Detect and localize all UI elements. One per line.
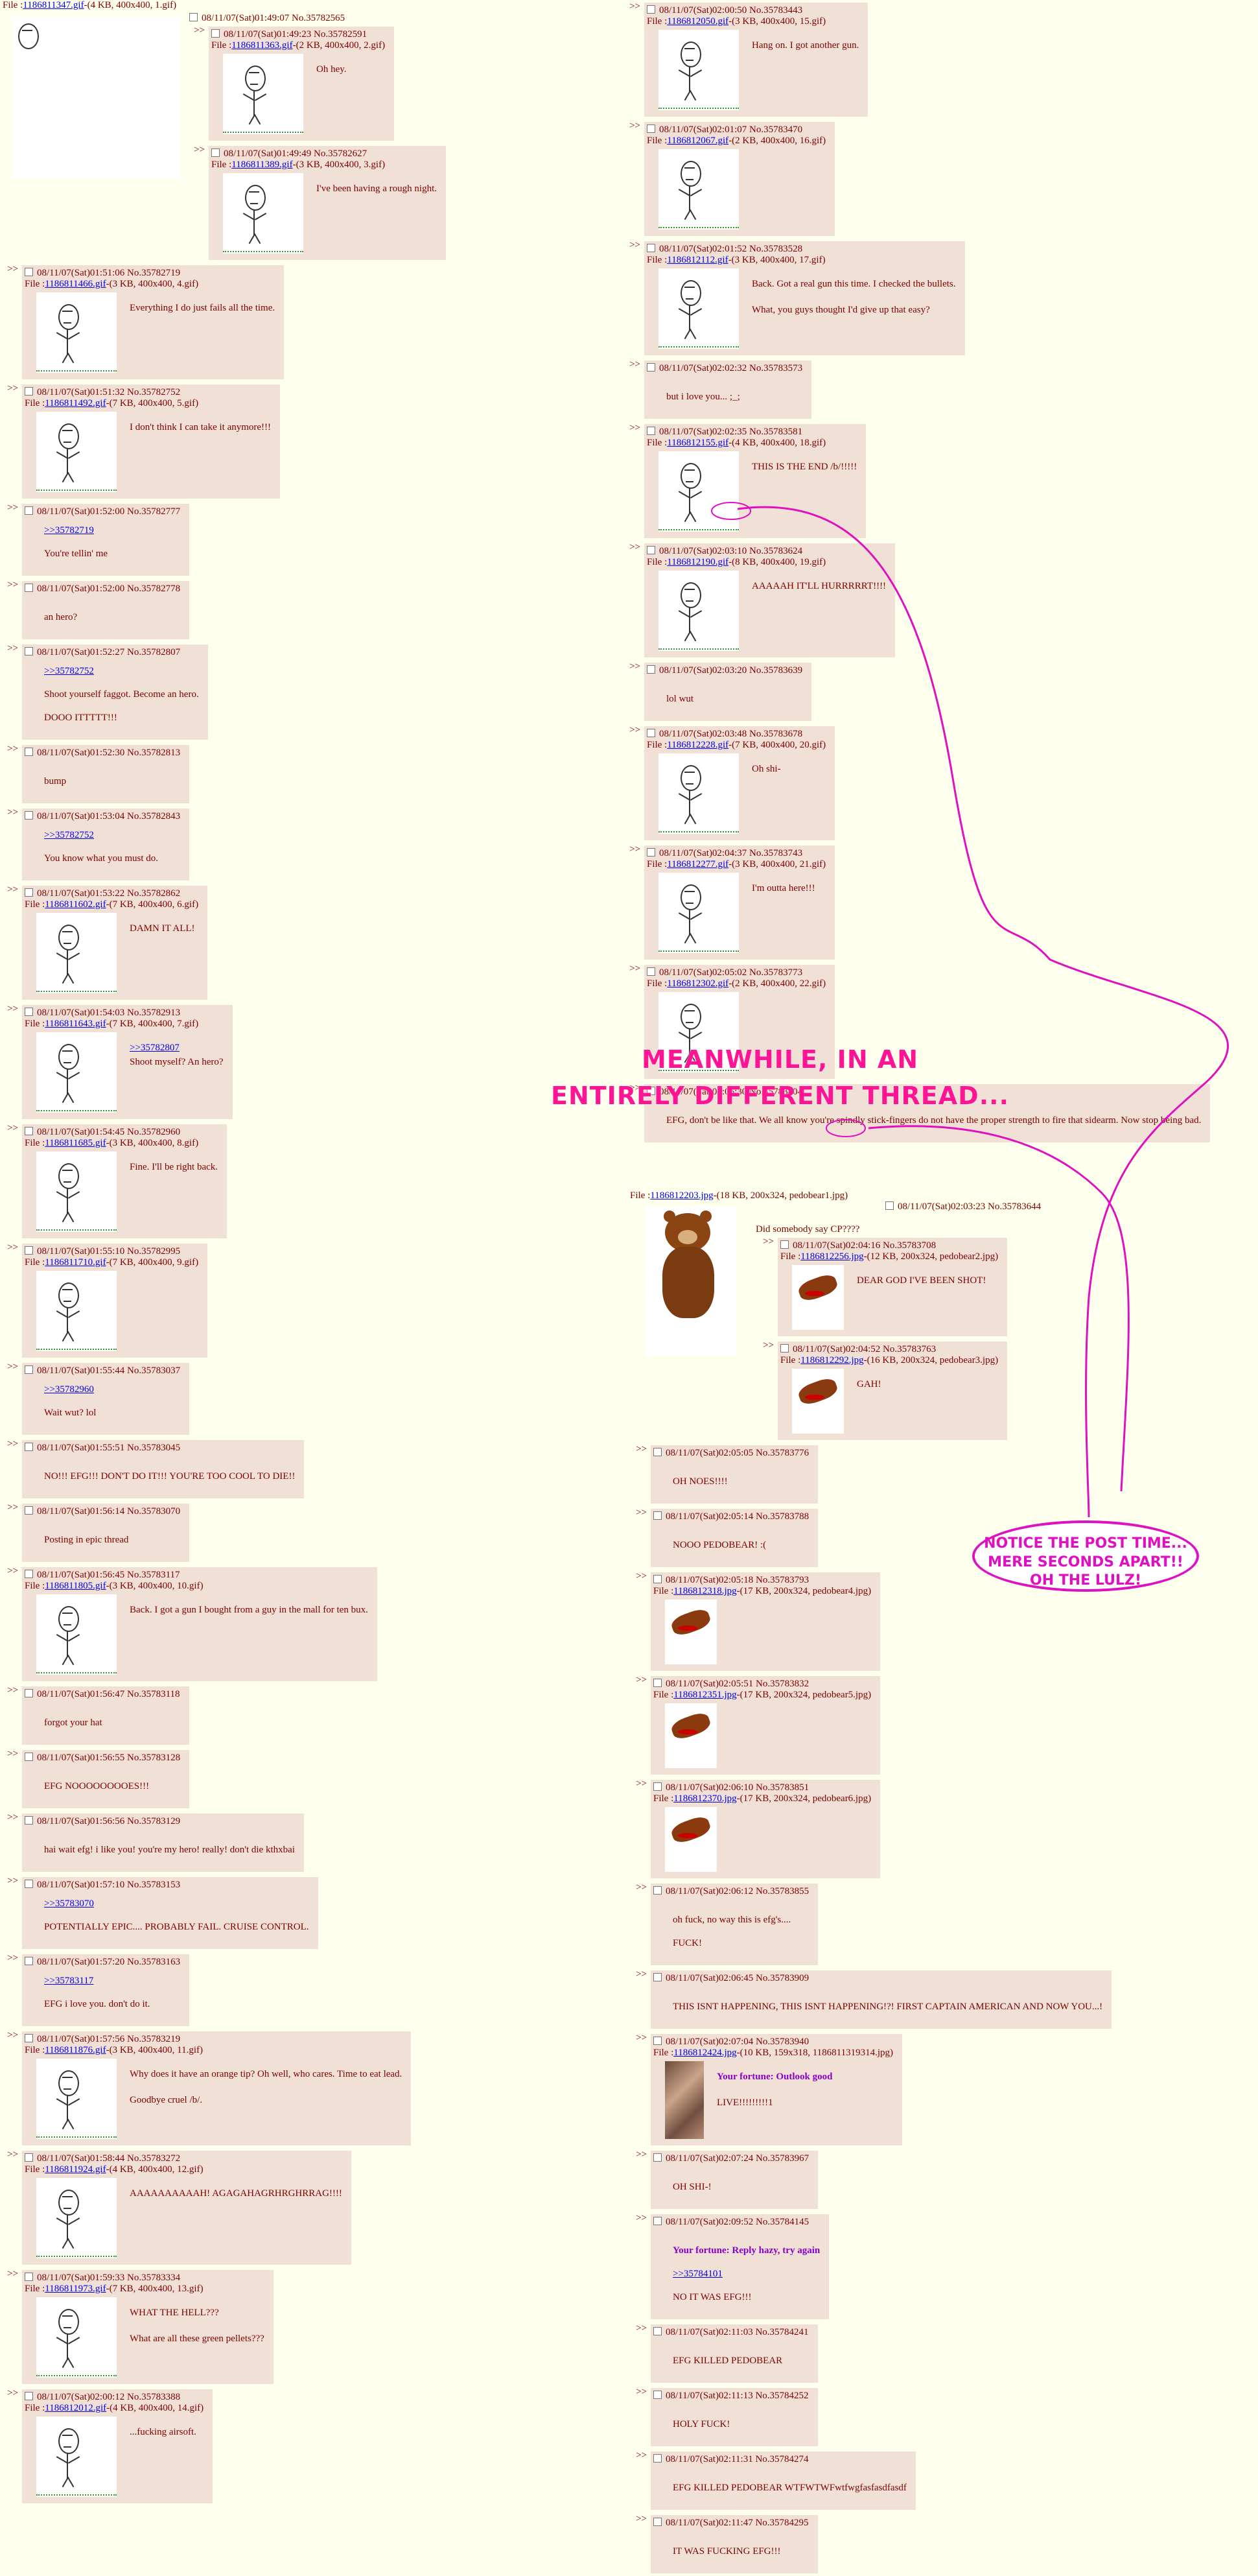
delete-checkbox[interactable] bbox=[653, 2454, 662, 2463]
thumbnail-image[interactable] bbox=[36, 2416, 117, 2497]
post-comment: ...fucking airsoft. bbox=[130, 2414, 196, 2452]
annotation-connector bbox=[711, 502, 1229, 1518]
comment-line: HOLY FUCK! bbox=[673, 2419, 730, 2429]
post-row: >> 08/11/07(Sat)02:11:31 No.35784274 EFG K… bbox=[629, 2449, 1257, 2512]
post-header: 08/11/07(Sat)02:11:47 No.35784295 bbox=[653, 2518, 809, 2529]
reply-arrow: >> bbox=[636, 2514, 647, 2524]
post-row: >> 08/11/07(Sat)02:11:47 No.35784295 IT WA… bbox=[629, 2512, 1257, 2576]
comment-line: IT WAS FUCKING EFG!!! bbox=[673, 2546, 781, 2557]
reply-post: 08/11/07(Sat)02:11:31 No.35784274 EFG KIL… bbox=[651, 2452, 916, 2510]
reply-arrow: >> bbox=[636, 2450, 647, 2461]
delete-checkbox[interactable] bbox=[653, 2518, 662, 2526]
post-comment: EFG KILLED PEDOBEAR WTFWTWFwtfwgfasfasdf… bbox=[653, 2465, 907, 2506]
post-header: 08/11/07(Sat)02:11:31 No.35784274 bbox=[653, 2454, 907, 2465]
post-comment: IT WAS FUCKING EFG!!! bbox=[653, 2529, 809, 2570]
comment-line: ...fucking airsoft. bbox=[130, 2427, 196, 2437]
reply-post: 08/11/07(Sat)02:11:47 No.35784295 IT WAS … bbox=[651, 2515, 818, 2573]
comment-line: EFG KILLED PEDOBEAR WTFWTWFwtfwgfasfasdf… bbox=[673, 2483, 907, 2493]
